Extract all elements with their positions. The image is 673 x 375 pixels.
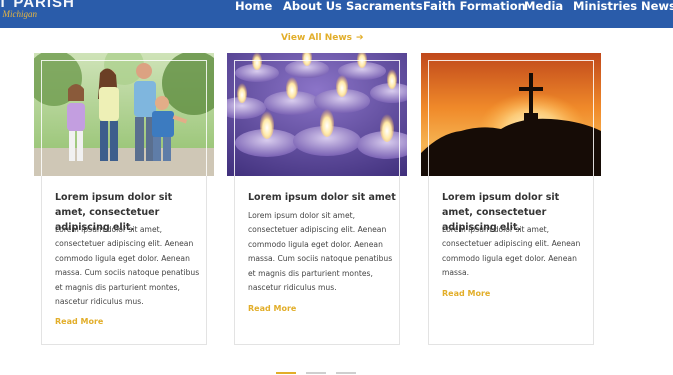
carousel-dot-2[interactable] bbox=[306, 372, 326, 374]
read-more-link[interactable]: Read More bbox=[55, 317, 103, 326]
nav-item-news[interactable]: News bbox=[641, 0, 673, 13]
news-card-excerpt: Lorem ipsum dolor sit amet, consectetuer… bbox=[442, 225, 581, 278]
nav-item-home[interactable]: Home bbox=[235, 0, 272, 13]
news-card-excerpt: Lorem ipsum dolor sit amet, consectetuer… bbox=[55, 225, 200, 307]
arrow-right-icon: ➔ bbox=[356, 33, 364, 43]
news-card-excerpt: Lorem ipsum dolor sit amet, consectetuer… bbox=[248, 211, 393, 293]
news-card[interactable]: Lorem ipsum dolor sit amet, consectetuer… bbox=[34, 53, 214, 346]
carousel-dot-3[interactable] bbox=[336, 372, 356, 374]
news-card[interactable]: Lorem ipsum dolor sit amet Lorem ipsum d… bbox=[227, 53, 407, 346]
nav-item-about-us[interactable]: About Us bbox=[283, 0, 342, 13]
view-all-news-link[interactable]: View All News ➔ bbox=[281, 33, 364, 43]
read-more-link[interactable]: Read More bbox=[248, 304, 296, 313]
view-all-news-label: View All News bbox=[281, 33, 353, 43]
candles-photo[interactable] bbox=[227, 53, 407, 176]
carousel-dot-1[interactable] bbox=[276, 372, 296, 374]
family-running-photo[interactable] bbox=[34, 53, 214, 176]
news-card[interactable]: Lorem ipsum dolor sit amet, consectetuer… bbox=[421, 53, 601, 346]
read-more-link[interactable]: Read More bbox=[442, 289, 490, 298]
image-frame bbox=[428, 60, 594, 176]
nav-item-sacraments[interactable]: Sacraments bbox=[346, 0, 423, 13]
nav-item-media[interactable]: Media bbox=[524, 0, 563, 13]
image-frame bbox=[41, 60, 207, 176]
image-frame bbox=[234, 60, 400, 176]
cross-sunset-photo[interactable] bbox=[421, 53, 601, 176]
news-card-title[interactable]: Lorem ipsum dolor sit amet bbox=[248, 190, 398, 205]
nav-item-ministries[interactable]: Ministries bbox=[573, 0, 637, 13]
nav-item-faith-formation[interactable]: Faith Formation bbox=[423, 0, 526, 13]
main-nav: Home About Us Sacraments Faith Formation… bbox=[0, 0, 673, 14]
site-header: T PARISH · Michigan Home About Us Sacram… bbox=[0, 0, 673, 28]
